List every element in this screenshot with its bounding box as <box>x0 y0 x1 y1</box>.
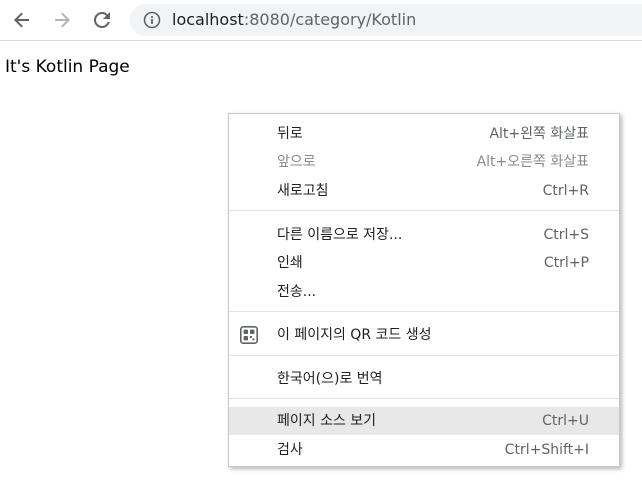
forward-button[interactable] <box>47 5 77 35</box>
menu-item-forward[interactable]: 앞으로 Alt+오른쪽 화살표 <box>229 148 619 176</box>
menu-separator <box>229 311 619 312</box>
menu-item-shortcut: Ctrl+Shift+I <box>504 442 589 458</box>
context-menu: 뒤로 Alt+왼쪽 화살표 앞으로 Alt+오른쪽 화살표 새로고침 Ctrl+… <box>228 113 620 467</box>
address-bar[interactable]: localhost:8080/category/Kotlin <box>130 4 642 36</box>
info-icon[interactable] <box>142 10 162 30</box>
menu-item-print[interactable]: 인쇄 Ctrl+P <box>229 249 619 277</box>
menu-item-translate[interactable]: 한국어(으)로 번역 <box>229 365 619 393</box>
reload-button[interactable] <box>87 5 117 35</box>
menu-item-shortcut: Alt+오른쪽 화살표 <box>476 154 589 170</box>
menu-item-label: 뒤로 <box>277 126 303 142</box>
menu-item-label: 새로고침 <box>277 183 329 199</box>
menu-item-label: 페이지 소스 보기 <box>277 413 377 429</box>
page-heading: It's Kotlin Page <box>5 57 130 77</box>
url-path: :8080/category/Kotlin <box>243 10 417 29</box>
back-arrow-icon <box>14 12 29 28</box>
back-button[interactable] <box>7 5 37 35</box>
menu-item-label: 이 페이지의 QR 코드 생성 <box>277 327 432 343</box>
menu-item-shortcut: Ctrl+R <box>542 183 589 199</box>
menu-item-view-source[interactable]: 페이지 소스 보기 Ctrl+U <box>229 407 619 435</box>
menu-separator <box>229 398 619 399</box>
menu-item-shortcut: Alt+왼쪽 화살표 <box>489 126 589 142</box>
browser-toolbar: localhost:8080/category/Kotlin <box>0 0 642 41</box>
menu-item-shortcut: Ctrl+U <box>542 413 589 429</box>
menu-item-back[interactable]: 뒤로 Alt+왼쪽 화살표 <box>229 120 619 148</box>
menu-item-label: 검사 <box>277 442 303 458</box>
menu-item-reload[interactable]: 새로고침 Ctrl+R <box>229 177 619 205</box>
menu-item-shortcut: Ctrl+P <box>543 255 589 271</box>
url-text: localhost:8080/category/Kotlin <box>172 4 416 36</box>
menu-separator <box>229 355 619 356</box>
menu-item-inspect[interactable]: 검사 Ctrl+Shift+I <box>229 436 619 464</box>
qr-code-icon <box>240 326 258 344</box>
url-host: localhost <box>172 10 244 29</box>
menu-item-qr-code[interactable]: 이 페이지의 QR 코드 생성 <box>229 321 619 349</box>
menu-item-save-as[interactable]: 다른 이름으로 저장... Ctrl+S <box>229 221 619 249</box>
menu-item-label: 인쇄 <box>277 255 303 271</box>
menu-item-label: 다른 이름으로 저장... <box>277 227 403 243</box>
menu-item-shortcut: Ctrl+S <box>543 227 589 243</box>
menu-item-label: 한국어(으)로 번역 <box>277 371 383 387</box>
reload-icon <box>94 12 110 28</box>
menu-item-label: 앞으로 <box>277 154 316 170</box>
menu-item-cast[interactable]: 전송... <box>229 278 619 306</box>
forward-arrow-icon <box>55 12 70 28</box>
menu-item-label: 전송... <box>277 284 317 300</box>
menu-separator <box>229 210 619 211</box>
